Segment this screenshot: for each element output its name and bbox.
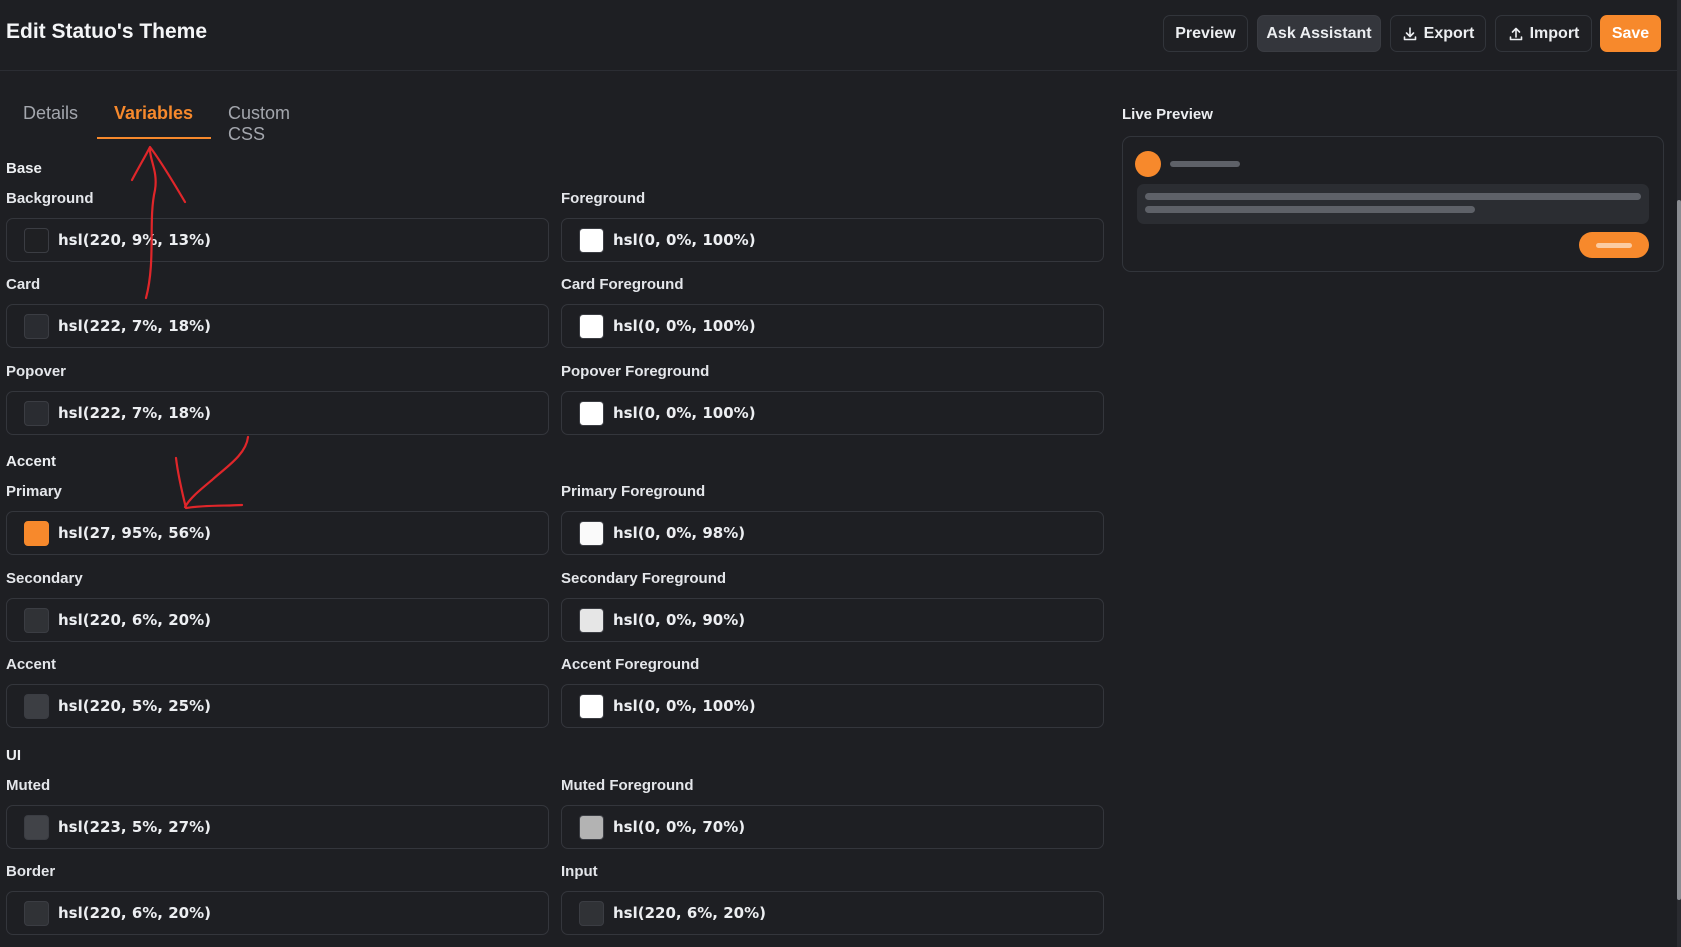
color-swatch[interactable] (24, 520, 49, 546)
field-label-primary-foreground: Primary Foreground (561, 483, 706, 500)
color-swatch[interactable] (579, 814, 604, 840)
field-label-card: Card (6, 276, 41, 293)
secondary-field[interactable]: hsl(220, 6%, 20%) (6, 598, 549, 642)
color-swatch[interactable] (24, 607, 49, 633)
header: Edit Statuo's Theme Preview Ask Assistan… (0, 0, 1681, 71)
color-swatch[interactable] (579, 693, 604, 719)
color-swatch[interactable] (579, 227, 604, 253)
field-value: hsl(0, 0%, 100%) (613, 231, 756, 249)
accent-field[interactable]: hsl(220, 5%, 25%) (6, 684, 549, 728)
scrollbar-thumb[interactable] (1677, 200, 1681, 900)
tab-details[interactable]: Details (23, 95, 78, 140)
preview-button[interactable]: Preview (1163, 15, 1248, 52)
input-field[interactable]: hsl(220, 6%, 20%) (561, 891, 1104, 935)
field-label-accent-foreground: Accent Foreground (561, 656, 700, 673)
field-label-popover: Popover (6, 363, 67, 380)
tab-custom-css[interactable]: Custom CSS (228, 95, 290, 144)
card-field[interactable]: hsl(222, 7%, 18%) (6, 304, 549, 348)
export-button[interactable]: Export (1390, 15, 1486, 52)
field-value: hsl(222, 7%, 18%) (58, 404, 211, 422)
field-value: hsl(0, 0%, 98%) (613, 524, 746, 542)
secondary-foreground-field[interactable]: hsl(0, 0%, 90%) (561, 598, 1104, 642)
color-swatch[interactable] (579, 607, 604, 633)
tab-variables[interactable]: Variables (114, 95, 193, 140)
section-ui: UI (6, 747, 21, 764)
primary-field[interactable]: hsl(27, 95%, 56%) (6, 511, 549, 555)
field-label-border: Border (6, 863, 56, 880)
color-swatch[interactable] (24, 814, 49, 840)
popover-field[interactable]: hsl(222, 7%, 18%) (6, 391, 549, 435)
field-value: hsl(0, 0%, 70%) (613, 818, 746, 836)
live-preview-title: Live Preview (1122, 106, 1213, 123)
field-value: hsl(220, 9%, 13%) (58, 231, 211, 249)
upload-icon (1509, 27, 1522, 40)
color-swatch[interactable] (579, 313, 604, 339)
annotation-arrow-down (174, 435, 250, 510)
page-title: Edit Statuo's Theme (6, 20, 208, 43)
color-swatch[interactable] (579, 400, 604, 426)
primary-foreground-field[interactable]: hsl(0, 0%, 98%) (561, 511, 1104, 555)
field-label-secondary-foreground: Secondary Foreground (561, 570, 727, 587)
color-swatch[interactable] (24, 693, 49, 719)
field-label-card-foreground: Card Foreground (561, 276, 684, 293)
color-swatch[interactable] (24, 313, 49, 339)
preview-button-label: Preview (1175, 24, 1236, 42)
save-button[interactable]: Save (1600, 15, 1661, 52)
preview-card (1137, 184, 1649, 224)
border-field[interactable]: hsl(220, 6%, 20%) (6, 891, 549, 935)
ask-assistant-button-label: Ask Assistant (1266, 24, 1372, 42)
preview-button-line (1596, 243, 1632, 248)
field-label-primary: Primary (6, 483, 62, 500)
field-label-muted-foreground: Muted Foreground (561, 777, 694, 794)
field-value: hsl(0, 0%, 100%) (613, 697, 756, 715)
import-button-label: Import (1529, 24, 1580, 42)
field-value: hsl(220, 6%, 20%) (58, 611, 211, 629)
field-value: hsl(0, 0%, 100%) (613, 317, 756, 335)
color-swatch[interactable] (579, 900, 604, 926)
muted-foreground-field[interactable]: hsl(0, 0%, 70%) (561, 805, 1104, 849)
field-value: hsl(222, 7%, 18%) (58, 317, 211, 335)
field-label-popover-foreground: Popover Foreground (561, 363, 710, 380)
ask-assistant-button[interactable]: Ask Assistant (1257, 15, 1381, 52)
preview-text-line (1170, 161, 1240, 167)
card-foreground-field[interactable]: hsl(0, 0%, 100%) (561, 304, 1104, 348)
field-value: hsl(220, 6%, 20%) (58, 904, 211, 922)
preview-text-line (1145, 206, 1475, 213)
field-value: hsl(223, 5%, 27%) (58, 818, 211, 836)
save-button-label: Save (1611, 24, 1650, 42)
field-label-input: Input (561, 863, 598, 880)
export-button-label: Export (1423, 24, 1475, 42)
field-label-background: Background (6, 190, 94, 207)
import-button[interactable]: Import (1495, 15, 1592, 52)
section-base: Base (6, 160, 42, 177)
preview-avatar (1135, 151, 1161, 177)
color-swatch[interactable] (24, 900, 49, 926)
color-swatch[interactable] (24, 227, 49, 253)
live-preview-panel (1122, 136, 1664, 272)
accent-foreground-field[interactable]: hsl(0, 0%, 100%) (561, 684, 1104, 728)
popover-foreground-field[interactable]: hsl(0, 0%, 100%) (561, 391, 1104, 435)
section-accent: Accent (6, 453, 57, 470)
field-value: hsl(220, 6%, 20%) (613, 904, 766, 922)
field-label-secondary: Secondary (6, 570, 83, 587)
color-swatch[interactable] (24, 400, 49, 426)
active-tab-indicator (97, 137, 211, 139)
field-label-accent: Accent (6, 656, 57, 673)
field-value: hsl(27, 95%, 56%) (58, 524, 211, 542)
field-value: hsl(0, 0%, 90%) (613, 611, 746, 629)
download-icon (1403, 26, 1416, 40)
preview-button (1579, 232, 1649, 258)
field-value: hsl(0, 0%, 100%) (613, 404, 756, 422)
preview-text-line (1145, 193, 1641, 200)
foreground-field[interactable]: hsl(0, 0%, 100%) (561, 218, 1104, 262)
field-value: hsl(220, 5%, 25%) (58, 697, 211, 715)
field-label-foreground: Foreground (561, 190, 646, 207)
field-label-muted: Muted (6, 777, 51, 794)
muted-field[interactable]: hsl(223, 5%, 27%) (6, 805, 549, 849)
color-swatch[interactable] (579, 520, 604, 546)
background-field[interactable]: hsl(220, 9%, 13%) (6, 218, 549, 262)
